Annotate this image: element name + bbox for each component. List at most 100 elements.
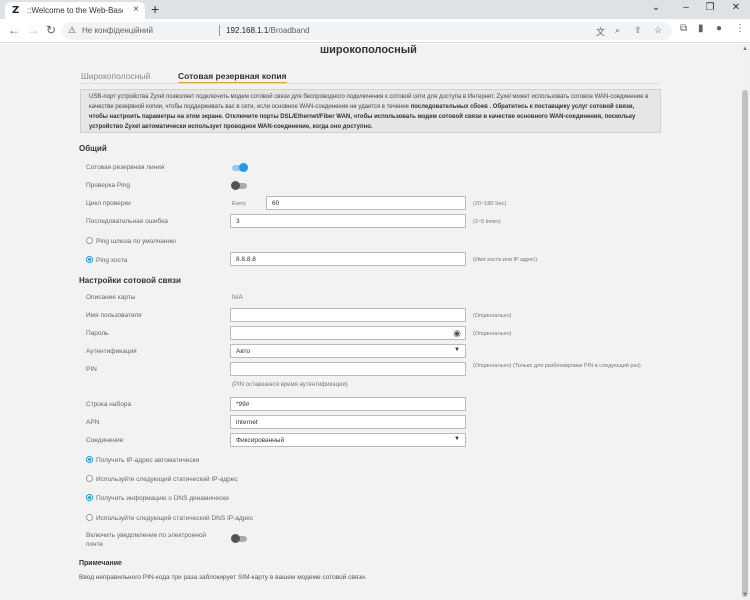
profile-icon[interactable]: ●: [716, 23, 722, 34]
apn-label: APN: [86, 419, 100, 426]
auth-value: Авто: [236, 348, 251, 355]
toggle-knob: [231, 181, 240, 190]
apn-input[interactable]: internet: [230, 415, 466, 429]
connection-value: Фиксированный: [236, 437, 285, 444]
translate-icon[interactable]: 文: [596, 25, 605, 38]
ping-gateway-option[interactable]: Ping шлюза по умолчанию: [86, 237, 176, 245]
security-label[interactable]: Не конфіденційний: [82, 26, 153, 35]
address-bar[interactable]: ⚠ Не конфіденційний 192.168.1.1/Broadban…: [62, 22, 672, 40]
pin-hint: (Опционально) (Только для разблокировки …: [473, 363, 641, 369]
card-desc-label: Описание карты: [86, 294, 136, 301]
scroll-down-icon[interactable]: ▼: [742, 592, 748, 598]
address-separator: [219, 25, 220, 36]
browser-tab[interactable]: Z ::Welcome to the Web-Based Co ×: [5, 2, 145, 19]
ping-host-label: Ping хоста: [96, 257, 128, 264]
zyxel-favicon-icon: Z: [12, 5, 20, 16]
toggle-knob: [231, 534, 240, 543]
connection-label: Соединение: [86, 437, 124, 444]
dns-dynamic-option[interactable]: Получить информацию о DNS динамически: [86, 494, 229, 502]
dial-string-input[interactable]: *99#: [230, 397, 466, 411]
check-cycle-hint: (20~180 Sec): [473, 201, 507, 207]
ping-gateway-label: Ping шлюза по умолчанию: [96, 238, 176, 245]
dns-static-label: Используйте следующий статический DNS IP…: [96, 515, 254, 522]
card-desc-value: N/A: [232, 294, 243, 301]
menu-icon[interactable]: ⋮: [735, 23, 745, 34]
username-input[interactable]: [230, 308, 466, 322]
dns-static-option[interactable]: Используйте следующий статический DNS IP…: [86, 514, 253, 522]
page-scrollbar[interactable]: ▲ ▼: [740, 44, 750, 600]
email-notify-label: Включить уведомление по электронной почт…: [86, 532, 207, 548]
share-icon[interactable]: ⇪: [634, 25, 642, 36]
reload-icon[interactable]: ↻: [46, 23, 56, 37]
ping-host-hint: (Имя хоста или IP адрес): [473, 257, 538, 263]
ip-static-option[interactable]: Используйте следующий статический IP-адр…: [86, 475, 238, 483]
note-title: Примечание: [79, 560, 122, 567]
password-label: Пароль: [86, 330, 109, 337]
back-arrow-icon[interactable]: ←: [8, 23, 20, 37]
page-content: широкополосный Широкополосный Сотовая ре…: [0, 44, 740, 600]
check-cycle-label: Цикл проверки: [86, 200, 131, 207]
maximize-icon[interactable]: ❐: [700, 2, 720, 13]
pin-remaining-text: (PIN оставшееся время аутентификации): [232, 382, 348, 388]
url-path: /Broadband: [268, 26, 310, 35]
radio-button[interactable]: [86, 237, 93, 244]
eye-icon[interactable]: ◉: [453, 328, 461, 339]
pin-label: PIN: [86, 366, 97, 373]
dns-dynamic-label: Получить информацию о DNS динамически: [96, 495, 229, 502]
puzzle-icon[interactable]: ⧉: [680, 23, 687, 34]
window-close-icon[interactable]: ✕: [726, 2, 746, 13]
ping-host-option[interactable]: Ping хоста: [86, 256, 127, 264]
tab-title: ::Welcome to the Web-Based Co: [27, 6, 123, 15]
ip-auto-option[interactable]: Получить IP-адрес автоматически: [86, 456, 199, 464]
tab-broadband[interactable]: Широкополосный: [81, 71, 150, 81]
username-label: Имя пользователя: [86, 312, 142, 319]
consecutive-fail-label: Последовательная ошибка: [86, 218, 168, 225]
password-hint: (Опционально): [473, 331, 512, 337]
minimize-icon[interactable]: –: [676, 2, 696, 13]
ping-check-label: Проверка Ping: [86, 182, 130, 189]
ping-check-toggle[interactable]: [231, 181, 247, 190]
general-heading: Общий: [79, 144, 107, 153]
info-box: USB-порт устройства Zyxel позволяет подк…: [80, 89, 661, 133]
page-title: широкополосный: [320, 44, 417, 56]
chevron-down-icon[interactable]: ⌄: [646, 2, 666, 13]
tab-close-icon[interactable]: ×: [133, 4, 139, 15]
url-text[interactable]: 192.168.1.1/Broadband: [226, 26, 310, 35]
warning-icon[interactable]: ⚠: [68, 25, 76, 36]
zoom-icon[interactable]: ⌕: [615, 25, 620, 36]
pin-input[interactable]: [230, 362, 466, 376]
ip-static-label: Используйте следующий статический IP-адр…: [96, 476, 238, 483]
dropdown-arrow-icon: ▼: [454, 347, 460, 353]
radio-button[interactable]: [86, 514, 93, 521]
radio-button[interactable]: [86, 475, 93, 482]
url-host: 192.168.1.1: [226, 26, 269, 35]
ping-host-input[interactable]: 8.8.8.8: [230, 252, 466, 266]
scrollbar-thumb[interactable]: [742, 90, 748, 597]
radio-button[interactable]: [86, 456, 93, 463]
check-cycle-input[interactable]: 60: [266, 196, 466, 210]
dial-string-label: Строка набора: [86, 401, 132, 408]
browser-toolbar: ← → ↻ ⚠ Не конфіденційний 192.168.1.1/Br…: [0, 19, 750, 43]
auth-select[interactable]: Авто ▼: [230, 344, 466, 358]
check-cycle-prefix: Every: [232, 201, 247, 207]
password-input[interactable]: ◉: [230, 326, 466, 340]
radio-button[interactable]: [86, 494, 93, 501]
username-hint: (Опционально): [473, 313, 512, 319]
auth-label: Аутентификация: [86, 348, 137, 355]
backup-line-toggle[interactable]: [232, 163, 248, 172]
email-notify-toggle[interactable]: [231, 534, 247, 543]
toggle-knob: [239, 163, 248, 172]
tab-cellular-backup[interactable]: Сотовая резервная копия: [178, 71, 287, 84]
radio-button[interactable]: [86, 256, 93, 263]
connection-select[interactable]: Фиксированный ▼: [230, 433, 466, 447]
backup-line-label: Сотовая резервная линия: [86, 164, 165, 171]
forward-arrow-icon[interactable]: →: [27, 23, 39, 37]
sidebar-icon[interactable]: ▮: [698, 23, 704, 34]
dropdown-arrow-icon: ▼: [454, 436, 460, 442]
star-icon[interactable]: ☆: [654, 25, 662, 36]
consecutive-fail-input[interactable]: 3: [230, 214, 466, 228]
cellular-heading: Настройки сотовой связи: [79, 276, 181, 285]
new-tab-icon[interactable]: +: [151, 1, 159, 17]
scroll-up-icon[interactable]: ▲: [742, 46, 748, 52]
tab-divider: [80, 83, 660, 84]
